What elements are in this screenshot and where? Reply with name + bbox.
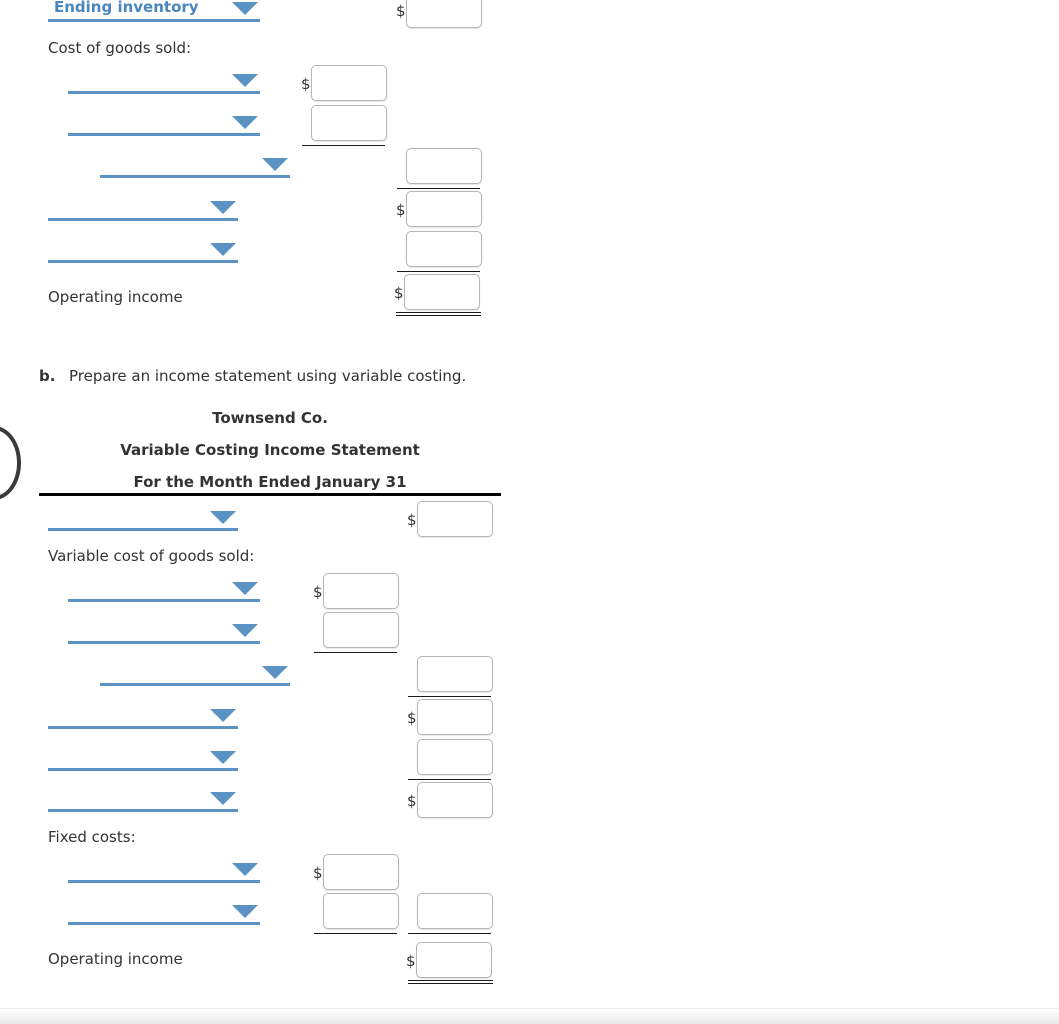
fixed-cost-amount-2-input[interactable]: [323, 893, 399, 929]
variable-cogs-subtotal-input[interactable]: [417, 656, 493, 692]
chevron-down-icon: [210, 201, 236, 214]
gross-profit-input[interactable]: [406, 191, 482, 227]
currency-symbol: $: [407, 709, 417, 727]
variable-cogs-amount-1-input[interactable]: [323, 573, 399, 609]
ending-inventory-select-value: Ending inventory: [54, 0, 199, 16]
variable-cogs-label: Variable cost of goods sold:: [48, 547, 255, 565]
fixed-cost-line-1-select[interactable]: [68, 857, 260, 883]
bottom-gutter: [0, 1008, 1059, 1024]
sales-select[interactable]: [48, 505, 238, 531]
chevron-down-icon: [262, 666, 288, 679]
variable-cogs-line-6-select[interactable]: [48, 786, 238, 812]
part-b-marker: b.: [39, 367, 56, 385]
chevron-down-icon: [232, 863, 258, 876]
chevron-down-icon: [210, 709, 236, 722]
cogs-line-4-select[interactable]: [48, 195, 238, 221]
gross-profit-rule: [397, 188, 480, 189]
ending-inventory-select[interactable]: Ending inventory: [48, 0, 260, 22]
statement-title: Variable Costing Income Statement: [120, 441, 420, 459]
ending-inventory-amount-input[interactable]: [406, 0, 482, 28]
currency-symbol: $: [407, 792, 417, 810]
variable-cogs-line-2-select[interactable]: [68, 618, 260, 644]
cogs-line-3-select[interactable]: [100, 152, 290, 178]
chevron-down-icon: [210, 751, 236, 764]
operating-income-double-rule: [408, 980, 493, 984]
fixed-cost-line-2-select[interactable]: [68, 899, 260, 925]
fixed-cost-subtotal-input[interactable]: [417, 893, 493, 929]
cost-of-goods-sold-label: Cost of goods sold:: [48, 39, 192, 57]
chevron-down-icon: [232, 2, 258, 15]
fixed-cost-subtotal-rule: [314, 933, 397, 934]
currency-symbol: $: [301, 75, 311, 93]
chevron-down-icon: [232, 74, 258, 87]
statement-company-name: Townsend Co.: [212, 409, 328, 427]
worksheet-page: Ending inventory $ Cost of goods sold: $…: [0, 0, 1059, 1024]
statement-period: For the Month Ended January 31: [133, 473, 407, 491]
operating-income-rule: [408, 933, 491, 934]
cogs-line-1-select[interactable]: [68, 68, 260, 94]
cogs-line-5-select[interactable]: [48, 237, 238, 263]
chevron-down-icon: [232, 624, 258, 637]
part-b-prompt: Prepare an income statement using variab…: [69, 367, 467, 385]
variable-cogs-line-1-select[interactable]: [68, 576, 260, 602]
cogs-subtotal-input[interactable]: [406, 148, 482, 184]
statement-header-rule: [39, 493, 501, 496]
chevron-down-icon: [232, 905, 258, 918]
operating-income-input[interactable]: [404, 274, 480, 310]
sales-amount-input[interactable]: [417, 501, 493, 537]
chevron-down-icon: [210, 243, 236, 256]
operating-income-rule: [397, 271, 480, 272]
variable-cogs-line-4-select[interactable]: [48, 703, 238, 729]
cogs-subtotal-rule: [302, 145, 385, 146]
variable-cogs-amount-2-input[interactable]: [323, 612, 399, 648]
variable-selling-admin-input[interactable]: [417, 739, 493, 775]
currency-symbol: $: [394, 284, 404, 302]
manufacturing-margin-rule: [408, 696, 491, 697]
operating-income-input[interactable]: [416, 942, 492, 978]
currency-symbol: $: [396, 201, 406, 219]
currency-symbol: $: [313, 583, 323, 601]
operating-income-label: Operating income: [48, 950, 183, 968]
manufacturing-margin-input[interactable]: [417, 699, 493, 735]
variable-cogs-line-3-select[interactable]: [100, 660, 290, 686]
expenses-input[interactable]: [406, 231, 482, 267]
chevron-down-icon: [262, 158, 288, 171]
cogs-amount-2-input[interactable]: [311, 105, 387, 141]
currency-symbol: $: [407, 511, 417, 529]
variable-cogs-subtotal-rule: [314, 652, 397, 653]
chevron-down-icon: [232, 582, 258, 595]
variable-cogs-line-5-select[interactable]: [48, 745, 238, 771]
currency-symbol: $: [406, 952, 416, 970]
operating-income-double-rule: [396, 312, 481, 316]
contribution-margin-input[interactable]: [417, 782, 493, 818]
currency-symbol: $: [313, 864, 323, 882]
operating-income-label: Operating income: [48, 288, 183, 306]
chevron-down-icon: [210, 511, 236, 524]
cogs-amount-1-input[interactable]: [311, 65, 387, 101]
currency-symbol: $: [396, 2, 406, 20]
fixed-cost-amount-1-input[interactable]: [323, 854, 399, 890]
cogs-line-2-select[interactable]: [68, 110, 260, 136]
contribution-margin-rule: [408, 779, 491, 780]
chevron-down-icon: [210, 792, 236, 805]
fixed-costs-label: Fixed costs:: [48, 828, 136, 846]
chevron-down-icon: [232, 116, 258, 129]
